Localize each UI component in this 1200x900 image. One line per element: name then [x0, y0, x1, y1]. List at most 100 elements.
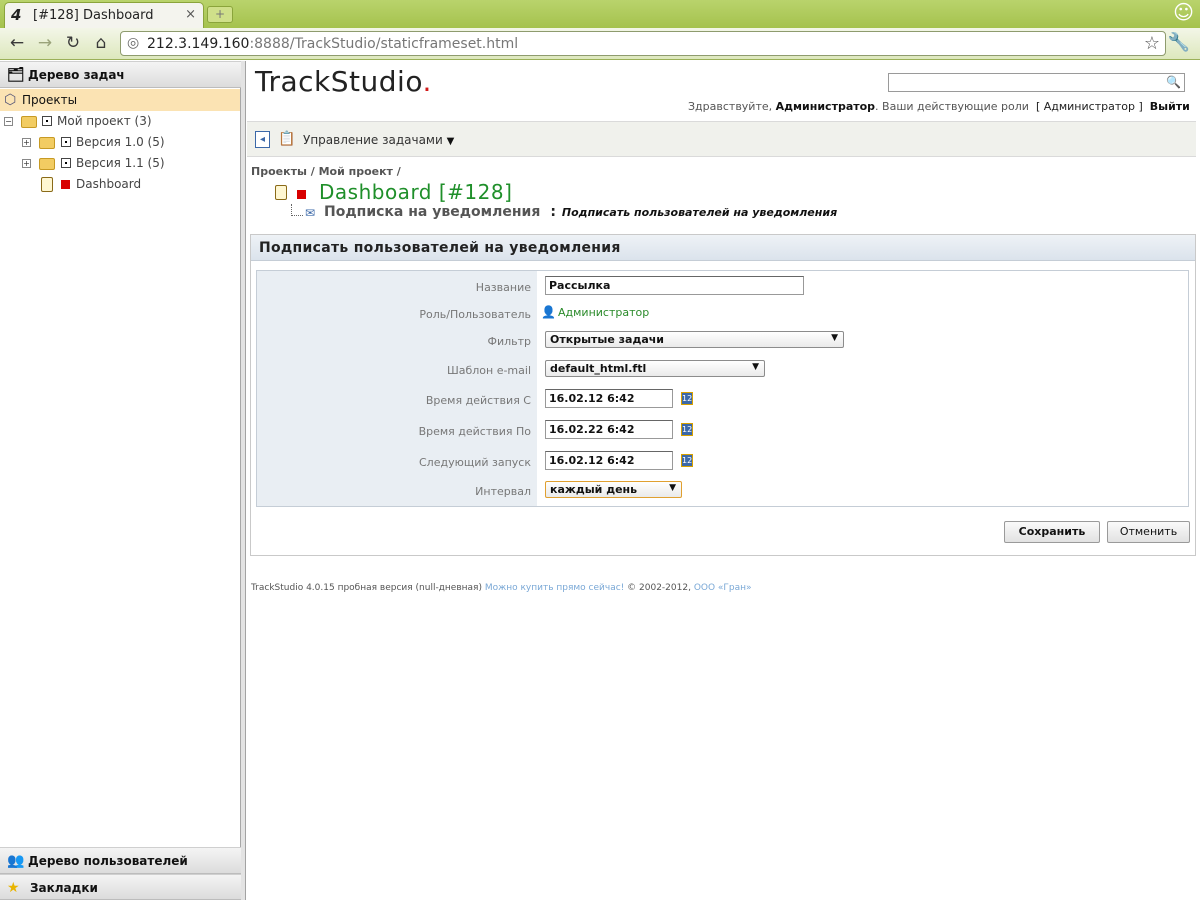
- save-button[interactable]: Сохранить: [1004, 521, 1100, 543]
- task-tree-icon: 🗂: [7, 67, 25, 83]
- label-time-from: Время действия С: [425, 394, 531, 407]
- user-tree-header[interactable]: 👥 Дерево пользователей: [0, 847, 241, 874]
- chevron-down-icon: ▼: [446, 136, 455, 147]
- expand-toggle-icon[interactable]: +: [22, 159, 31, 168]
- tree-item-label: Версия 1.0 (5): [76, 135, 165, 149]
- tree-item-version-10[interactable]: + Версия 1.0 (5): [22, 133, 240, 153]
- new-tab-button[interactable]: +: [207, 6, 233, 23]
- collapse-toggle-icon[interactable]: −: [4, 117, 13, 126]
- footer-version: TrackStudio 4.0.15 пробная версия (null-…: [251, 583, 482, 593]
- greeting-user: Администратор: [775, 100, 876, 113]
- search-input[interactable]: 🔍: [888, 73, 1185, 92]
- greeting-role[interactable]: [ Администратор ]: [1036, 100, 1143, 113]
- footer-copyright: © 2002-2012,: [627, 583, 691, 593]
- greeting: Здравствуйте, Администратор. Ваши действ…: [688, 100, 1190, 113]
- bookmarks-header[interactable]: ★ Закладки: [0, 874, 241, 900]
- clipboard-icon: [275, 185, 287, 200]
- tree-item-dashboard[interactable]: Dashboard: [40, 175, 240, 195]
- greeting-roles-label: . Ваши действующие роли: [875, 100, 1029, 113]
- greeting-prefix: Здравствуйте,: [688, 100, 773, 113]
- form-fields: Название Рассылка Роль/Пользователь 👤 Ад…: [256, 270, 1189, 507]
- back-arrow-icon[interactable]: ←: [6, 32, 28, 54]
- name-input[interactable]: Рассылка: [545, 276, 804, 295]
- dropdown-arrow-icon: ▼: [752, 362, 759, 372]
- address-bar[interactable]: ◎ 212.3.149.160:8888/TrackStudio/staticf…: [120, 31, 1166, 56]
- company-link[interactable]: ООО «Гран»: [694, 583, 752, 593]
- calendar-icon[interactable]: 12: [681, 423, 693, 436]
- label-next-run: Следующий запуск: [419, 456, 531, 469]
- filter-select[interactable]: Открытые задачи ▼: [545, 331, 844, 348]
- status-box-icon: [61, 158, 71, 168]
- trackstudio-favicon-icon: 4: [11, 6, 22, 24]
- main-content: TrackStudio. 🔍 Здравствуйте, Администрат…: [247, 61, 1200, 900]
- cube-icon: ⬡: [4, 92, 17, 108]
- logout-link[interactable]: Выйти: [1150, 100, 1190, 113]
- filter-select-value: Открытые задачи: [550, 333, 665, 346]
- tasks-menu-label: Управление задачами: [303, 133, 443, 147]
- tree-item-my-project[interactable]: − Мой проект (3): [4, 112, 240, 132]
- star-icon: ★: [7, 880, 20, 896]
- form-header: Подписать пользователей на уведомления: [251, 235, 1195, 261]
- footer: TrackStudio 4.0.15 пробная версия (null-…: [251, 583, 752, 593]
- expand-toggle-icon[interactable]: +: [22, 138, 31, 147]
- label-interval: Интервал: [475, 485, 531, 498]
- browser-tab[interactable]: 4 [#128] Dashboard ×: [4, 2, 204, 28]
- user-tree-icon: 👥: [7, 853, 25, 869]
- label-role-user: Роль/Пользователь: [419, 308, 531, 321]
- status-box-icon: [61, 137, 71, 147]
- subtitle: Подписка на уведомления: Подписать пользо…: [324, 204, 837, 220]
- label-filter: Фильтр: [487, 335, 531, 348]
- tree-item-label: Версия 1.1 (5): [76, 156, 165, 170]
- forward-arrow-icon[interactable]: →: [34, 32, 56, 54]
- role-user-link[interactable]: Администратор: [558, 306, 649, 319]
- tree-item-label: Мой проект (3): [57, 114, 152, 128]
- subscription-icon: ✉: [305, 206, 316, 220]
- red-status-icon: [297, 190, 306, 199]
- tree-item-label: Проекты: [22, 93, 78, 107]
- reload-icon[interactable]: ↻: [62, 32, 84, 54]
- trackstudio-logo: TrackStudio.: [255, 65, 432, 98]
- status-box-icon: [42, 116, 52, 126]
- task-tree-header[interactable]: 🗂 Дерево задач: [0, 61, 241, 88]
- time-to-input[interactable]: 16.02.22 6:42: [545, 420, 673, 439]
- next-run-input[interactable]: 16.02.12 6:42: [545, 451, 673, 470]
- collapse-panel-icon[interactable]: ◂: [255, 131, 270, 148]
- panel-splitter[interactable]: [241, 61, 246, 900]
- tree-connector: [291, 204, 303, 216]
- buy-link[interactable]: Можно купить прямо сейчас!: [485, 583, 624, 593]
- red-status-icon: [61, 180, 70, 189]
- label-email-template: Шаблон e-mail: [446, 364, 531, 377]
- incognito-profile-icon: ☺: [1173, 0, 1194, 24]
- calendar-icon[interactable]: 12: [681, 392, 693, 405]
- url-text: 212.3.149.160:8888/TrackStudio/staticfra…: [147, 36, 519, 52]
- subtitle-current: Подписать пользователей на уведомления: [561, 206, 838, 219]
- browser-toolbar: ← → ↻ ⌂ ◎ 212.3.149.160:8888/TrackStudio…: [0, 28, 1200, 60]
- wrench-menu-icon[interactable]: 🔧: [1168, 32, 1190, 53]
- breadcrumb[interactable]: Проекты / Мой проект /: [251, 165, 401, 178]
- home-icon[interactable]: ⌂: [90, 32, 112, 54]
- left-panel: 🗂 Дерево задач ⬡ Проекты − Мой проект (3…: [0, 61, 241, 900]
- bookmark-star-icon[interactable]: ☆: [1144, 33, 1160, 54]
- form-title: Подписать пользователей на уведомления: [259, 240, 621, 256]
- tasks-menu[interactable]: Управление задачами ▼: [303, 133, 454, 147]
- interval-select[interactable]: каждый день ▼: [545, 481, 682, 498]
- subtitle-section[interactable]: Подписка на уведомления: [324, 204, 540, 220]
- email-template-select[interactable]: default_html.ftl ▼: [545, 360, 765, 377]
- tree-item-version-11[interactable]: + Версия 1.1 (5): [22, 154, 240, 174]
- search-icon[interactable]: 🔍: [1166, 75, 1181, 89]
- cancel-button[interactable]: Отменить: [1107, 521, 1190, 543]
- browser-tab-bar: 4 [#128] Dashboard × + ☺: [0, 0, 1200, 28]
- label-time-to: Время действия По: [418, 425, 531, 438]
- globe-icon: ◎: [127, 35, 140, 51]
- label-name: Название: [475, 281, 531, 294]
- clipboard-icon: [41, 177, 53, 192]
- action-bar: ◂ 📋 Управление задачами ▼: [247, 121, 1196, 157]
- interval-select-value: каждый день: [550, 483, 638, 496]
- folder-icon: [39, 137, 55, 149]
- calendar-icon[interactable]: 12: [681, 454, 693, 467]
- close-tab-icon[interactable]: ×: [185, 7, 196, 22]
- time-from-input[interactable]: 16.02.12 6:42: [545, 389, 673, 408]
- folder-icon: [21, 116, 37, 128]
- tree-item-projects[interactable]: ⬡ Проекты: [0, 89, 240, 111]
- tasks-icon: 📋: [278, 131, 296, 147]
